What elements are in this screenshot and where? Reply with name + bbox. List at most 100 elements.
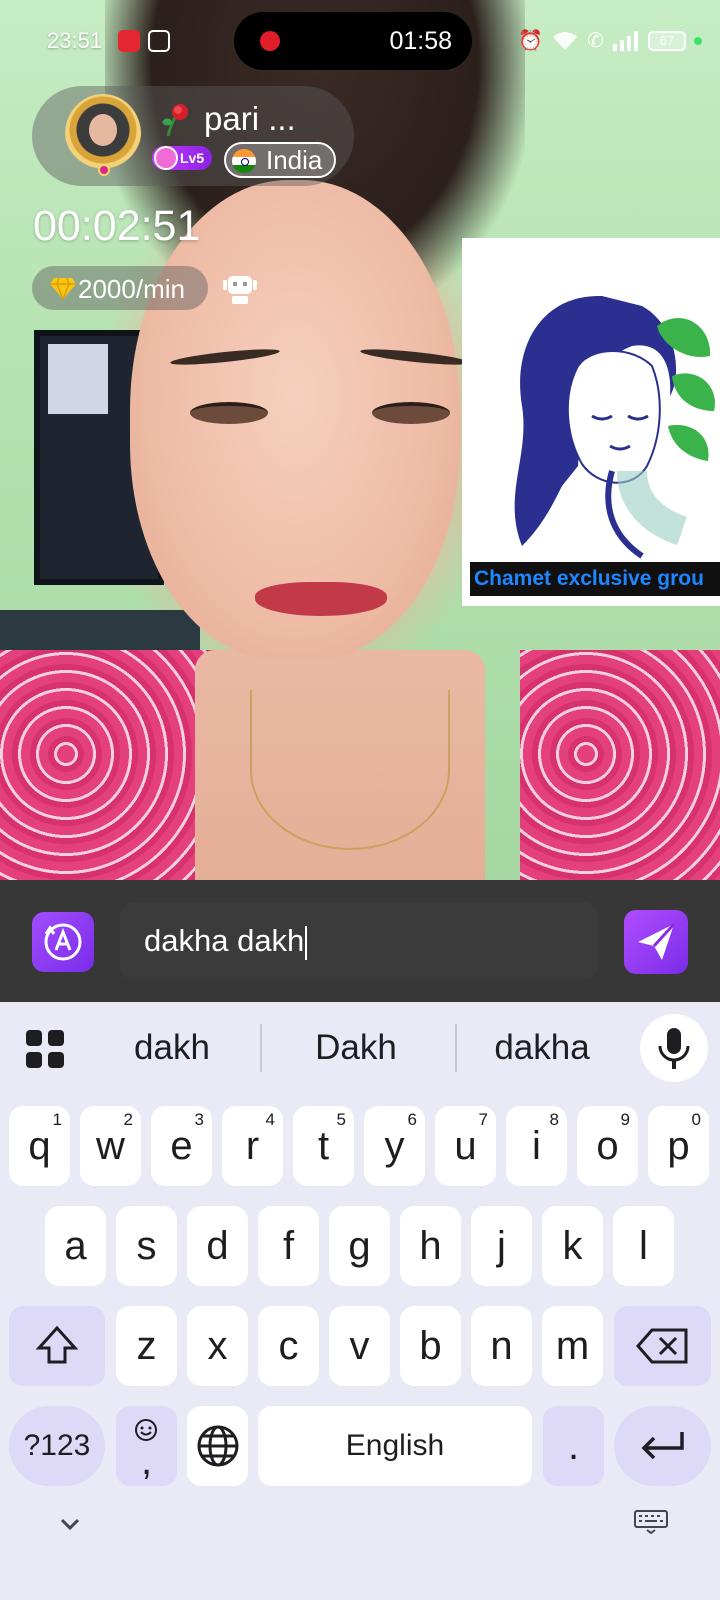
key-label: f [282, 1224, 295, 1268]
key-number-hint: 5 [336, 1110, 346, 1129]
text-caret [305, 925, 308, 960]
key-label: x [207, 1324, 228, 1368]
key-label: m [555, 1324, 590, 1368]
key-label: a [64, 1224, 87, 1268]
country-label: India [266, 145, 323, 175]
suggestion-divider [260, 1024, 262, 1072]
globe-icon [197, 1425, 238, 1467]
emoji-icon [135, 1419, 157, 1441]
suggestion-2[interactable]: Dakh [266, 1028, 446, 1068]
record-timer: 01:58 [389, 27, 452, 55]
profile-name: pari ... [204, 100, 296, 137]
key-label: v [349, 1324, 370, 1368]
key-l[interactable]: l [613, 1206, 674, 1286]
profile-card[interactable]: pari ... Lv5 India [32, 86, 354, 186]
key-v[interactable]: v [329, 1306, 390, 1386]
apps-grid-icon[interactable] [24, 1028, 66, 1070]
space-key[interactable]: English [258, 1406, 532, 1486]
record-dot-icon [260, 31, 280, 51]
send-button[interactable] [624, 910, 688, 974]
key-x[interactable]: x [187, 1306, 248, 1386]
key-number-hint: 8 [549, 1110, 559, 1129]
key-label: English [345, 1429, 445, 1462]
key-number-hint: 1 [52, 1110, 62, 1129]
key-t[interactable]: t5 [293, 1106, 354, 1186]
language-key[interactable] [187, 1406, 248, 1486]
cast-icon [148, 30, 170, 52]
translate-button[interactable] [32, 912, 94, 972]
gift-level-icon [154, 146, 178, 170]
key-label: ?123 [23, 1429, 91, 1462]
key-p[interactable]: p0 [648, 1106, 709, 1186]
video-eye-left [190, 402, 268, 424]
key-h[interactable]: h [400, 1206, 461, 1286]
diamond-icon [50, 277, 76, 300]
key-number-hint: 2 [123, 1110, 133, 1129]
key-b[interactable]: b [400, 1306, 461, 1386]
translate-icon [44, 923, 82, 961]
period-key[interactable]: . [543, 1406, 604, 1486]
keyboard-switch-icon[interactable] [634, 1510, 668, 1534]
key-c[interactable]: c [258, 1306, 319, 1386]
shift-key[interactable] [9, 1306, 105, 1386]
numbers-key[interactable]: ?123 [9, 1406, 105, 1486]
robot-icon[interactable] [222, 270, 258, 306]
key-a[interactable]: a [45, 1206, 106, 1286]
self-preview[interactable]: Chamet exclusive grou [462, 238, 720, 606]
voice-input-button[interactable] [640, 1014, 708, 1082]
enter-key[interactable] [614, 1406, 711, 1486]
enter-icon [641, 1432, 684, 1460]
alarm-icon: ⏰ [518, 30, 544, 52]
key-number-hint: 3 [194, 1110, 204, 1129]
suggestion-1[interactable]: dakh [82, 1028, 262, 1068]
level-label: Lv5 [180, 150, 205, 166]
key-u[interactable]: u7 [435, 1106, 496, 1186]
backspace-key[interactable] [614, 1306, 711, 1386]
avatar-frame-gem-icon [98, 164, 110, 176]
microphone-icon [658, 1028, 690, 1069]
backspace-icon [635, 1328, 687, 1364]
key-d[interactable]: d [187, 1206, 248, 1286]
key-k[interactable]: k [542, 1206, 603, 1286]
video-dress-left [0, 650, 220, 880]
recording-indicator[interactable]: 01:58 [234, 12, 472, 70]
key-n[interactable]: n [471, 1306, 532, 1386]
status-icons: ⏰ ✆ 67 [518, 28, 702, 53]
key-number-hint: 4 [265, 1110, 275, 1129]
key-number-hint: 7 [478, 1110, 488, 1129]
chat-input-bar: dakha dakh [0, 880, 720, 1002]
emoji-comma-key[interactable]: , [116, 1406, 177, 1486]
key-g[interactable]: g [329, 1206, 390, 1286]
key-o[interactable]: o9 [577, 1106, 638, 1186]
level-badge: Lv5 [152, 146, 213, 170]
wifi-icon [553, 31, 578, 50]
country-badge: India [224, 142, 337, 178]
call-duration: 00:02:51 [33, 202, 201, 250]
suggestion-strip: dakh Dakh dakha [0, 1002, 720, 1094]
privacy-dot-icon [694, 36, 702, 45]
suggestion-3[interactable]: dakha [452, 1028, 632, 1068]
key-m[interactable]: m [542, 1306, 603, 1386]
key-e[interactable]: e3 [151, 1106, 212, 1186]
avatar[interactable] [65, 94, 141, 176]
key-number-hint: 9 [620, 1110, 630, 1129]
key-label: . [567, 1424, 580, 1468]
key-j[interactable]: j [471, 1206, 532, 1286]
key-y[interactable]: y6 [364, 1106, 425, 1186]
key-i[interactable]: i8 [506, 1106, 567, 1186]
key-s[interactable]: s [116, 1206, 177, 1286]
key-w[interactable]: w2 [80, 1106, 141, 1186]
key-r[interactable]: r4 [222, 1106, 283, 1186]
pip-caption: Chamet exclusive grou [470, 562, 720, 596]
video-eye-right [372, 402, 450, 424]
message-input[interactable]: dakha dakh [120, 902, 598, 980]
avatar-face [89, 114, 117, 146]
key-label: l [639, 1224, 648, 1268]
chevron-down-icon[interactable] [56, 1510, 84, 1538]
key-label: b [419, 1324, 442, 1368]
signal-icon [613, 30, 638, 51]
video-dress-right [520, 650, 720, 880]
key-q[interactable]: q1 [9, 1106, 70, 1186]
key-z[interactable]: z [116, 1306, 177, 1386]
key-f[interactable]: f [258, 1206, 319, 1286]
